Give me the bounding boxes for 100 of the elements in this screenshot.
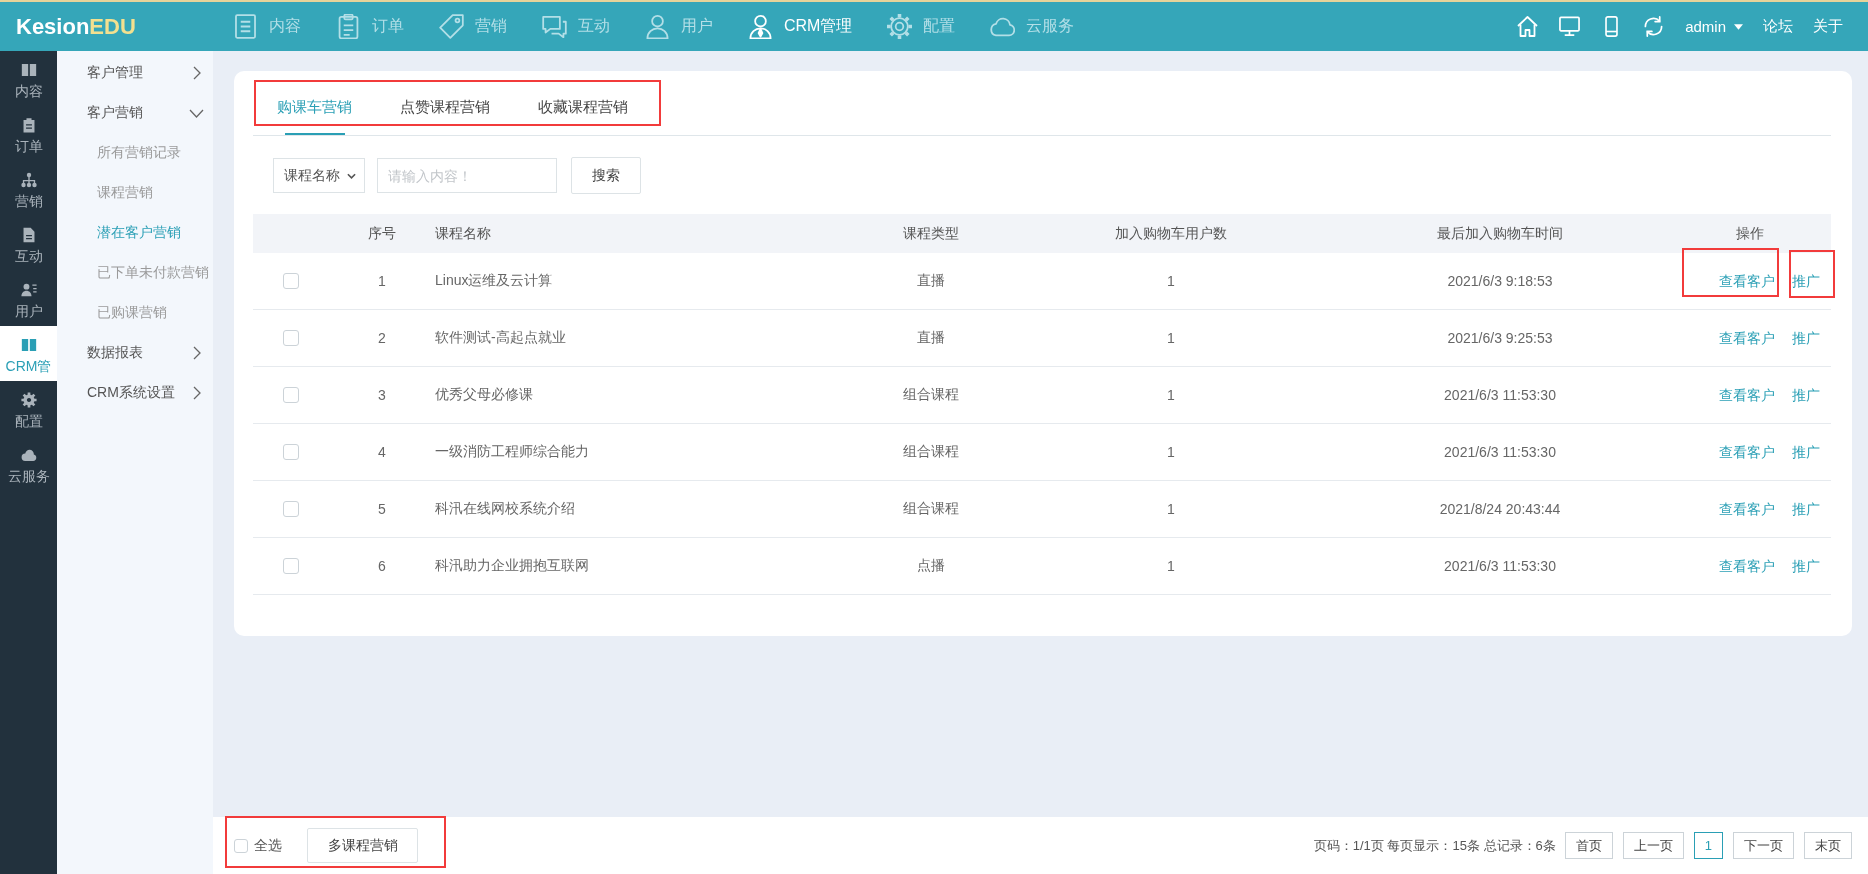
page-button[interactable]: 下一页	[1733, 832, 1794, 859]
table-cell: 1	[1167, 501, 1175, 517]
table-cell: 2021/8/24 20:43:44	[1439, 501, 1561, 517]
action-link[interactable]: 推广	[1792, 271, 1820, 291]
menu-item[interactable]: 课程营销	[57, 173, 213, 213]
menu-group[interactable]: 客户营销	[57, 93, 213, 133]
action-link[interactable]: 推广	[1792, 556, 1820, 576]
table-cell: Linux运维及云计算	[435, 272, 553, 288]
checkbox[interactable]	[283, 330, 299, 346]
caret-icon	[1734, 23, 1743, 30]
tab[interactable]: 购课车营销	[253, 71, 376, 135]
checkbox[interactable]	[283, 558, 299, 574]
table-cell: 2021/6/3 11:53:30	[1444, 387, 1556, 403]
search-button[interactable]: 搜索	[571, 157, 641, 194]
user-menu[interactable]: admin	[1685, 18, 1743, 35]
table-cell: 2021/6/3 9:18:53	[1447, 273, 1553, 289]
rail-item[interactable]: 订单	[0, 106, 57, 161]
user-icon	[645, 14, 670, 39]
action-link[interactable]: 查看客户	[1719, 499, 1775, 519]
logo: KesionEDU	[16, 13, 137, 40]
chevron-right-icon	[193, 66, 201, 80]
book-icon	[20, 337, 37, 353]
table-cell: 直播	[917, 272, 945, 288]
nav-item[interactable]: 营销	[439, 14, 507, 39]
page-button[interactable]: 末页	[1804, 832, 1852, 859]
table-cell: 1	[1167, 444, 1175, 460]
rail-item[interactable]: 配置	[0, 381, 57, 436]
chevron-right-icon	[193, 346, 201, 360]
home-icon[interactable]	[1517, 16, 1539, 37]
document-icon	[233, 14, 258, 39]
column-header: 序号	[367, 224, 397, 243]
column-header: 最后加入购物车时间	[1436, 224, 1564, 243]
menu-item[interactable]: 已下单未付款营销	[57, 253, 213, 293]
action-link[interactable]: 查看客户	[1719, 556, 1775, 576]
bulk-marketing-button[interactable]: 多课程营销	[307, 828, 418, 863]
action-link[interactable]: 推广	[1792, 328, 1820, 348]
select-all-label[interactable]: 全选	[254, 836, 282, 855]
table-cell: 组合课程	[903, 386, 959, 402]
page-button[interactable]: 首页	[1564, 832, 1613, 859]
top-link[interactable]: 论坛	[1763, 17, 1793, 36]
nav-item[interactable]: CRM管理	[748, 14, 853, 39]
table-cell: 2021/6/3 11:53:30	[1444, 558, 1556, 574]
gear-icon	[887, 14, 913, 39]
table-cell: 6	[378, 558, 386, 574]
column-header: 操作	[1735, 224, 1765, 243]
nav-item[interactable]: 用户	[645, 14, 713, 39]
rail-item[interactable]: 云服务	[0, 436, 57, 491]
page-button[interactable]: 1	[1693, 832, 1723, 859]
page-button[interactable]: 上一页	[1622, 832, 1684, 859]
action-link[interactable]: 推广	[1792, 442, 1820, 462]
menu-item[interactable]: 已购课营销	[57, 293, 213, 333]
search-field[interactable]: 请输入内容！	[377, 158, 557, 193]
table-cell: 1	[378, 273, 386, 289]
action-link[interactable]: 推广	[1792, 385, 1820, 405]
nav-item[interactable]: 订单	[336, 14, 404, 39]
user-tie-icon	[748, 14, 773, 39]
checkbox[interactable]	[283, 444, 299, 460]
table-cell: 1	[1167, 558, 1175, 574]
rail-item[interactable]: 内容	[0, 51, 57, 106]
checkbox[interactable]	[234, 838, 248, 853]
nav-item[interactable]: 互动	[542, 14, 610, 39]
nav-item[interactable]: 内容	[233, 14, 301, 39]
rail-item[interactable]: 互动	[0, 216, 57, 271]
select-field[interactable]: 课程名称	[273, 158, 365, 193]
table-cell: 组合课程	[903, 443, 959, 459]
menu-group[interactable]: CRM系统设置	[57, 373, 213, 413]
menu-item[interactable]: 所有营销记录	[57, 133, 213, 173]
tab[interactable]: 点赞课程营销	[376, 71, 514, 135]
checkbox[interactable]	[283, 387, 299, 403]
chat-icon	[542, 14, 567, 39]
rail-item[interactable]: CRM管	[0, 326, 57, 381]
table-cell: 科汛在线网校系统介绍	[435, 500, 575, 516]
table-cell: 2021/6/3 11:53:30	[1444, 444, 1556, 460]
rail-item[interactable]: 用户	[0, 271, 57, 326]
checkbox[interactable]	[283, 501, 299, 517]
clipboard-icon	[336, 14, 361, 39]
top-link[interactable]: 关于	[1813, 17, 1843, 36]
monitor-icon[interactable]	[1559, 16, 1581, 37]
rail-item[interactable]: 营销	[0, 161, 57, 216]
menu-group[interactable]: 数据报表	[57, 333, 213, 373]
table-cell: 4	[378, 444, 386, 460]
action-link[interactable]: 查看客户	[1719, 328, 1775, 348]
phone-icon[interactable]	[1605, 16, 1619, 37]
action-link[interactable]: 推广	[1792, 499, 1820, 519]
user-list-icon	[20, 282, 37, 298]
table-cell: 直播	[917, 329, 945, 345]
action-link[interactable]: 查看客户	[1719, 385, 1775, 405]
refresh-icon[interactable]	[1643, 16, 1665, 37]
table-cell: 一级消防工程师综合能力	[435, 443, 589, 459]
action-link[interactable]: 查看客户	[1719, 271, 1775, 291]
table-cell: 1	[1167, 273, 1175, 289]
nav-item[interactable]: 云服务	[990, 14, 1075, 39]
column-header: 加入购物车用户数	[1114, 224, 1228, 243]
tab[interactable]: 收藏课程营销	[514, 71, 652, 135]
checkbox[interactable]	[283, 273, 299, 289]
table-cell: 组合课程	[903, 500, 959, 516]
menu-item[interactable]: 潜在客户营销	[57, 213, 213, 253]
menu-group[interactable]: 客户管理	[57, 53, 213, 93]
nav-item[interactable]: 配置	[887, 14, 956, 39]
action-link[interactable]: 查看客户	[1719, 442, 1775, 462]
